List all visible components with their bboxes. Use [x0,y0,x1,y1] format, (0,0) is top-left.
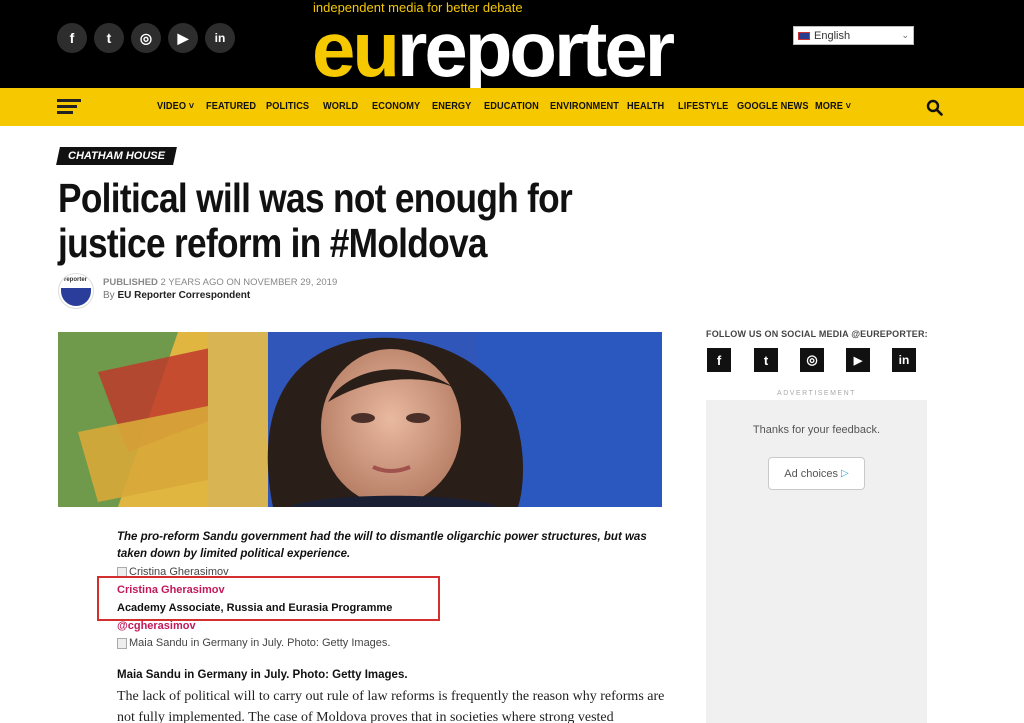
twitter-icon[interactable]: t [94,23,124,53]
article-headline: Political will was not enough for justic… [58,175,573,266]
contributor-twitter-link[interactable]: @cgherasimov [117,620,196,632]
nav-item-politics[interactable]: POLITICS [266,101,309,112]
ad-feedback-text: Thanks for your feedback. [752,424,881,436]
youtube-icon[interactable]: ▶ [846,348,870,372]
ad-label: ADVERTISEMENT [777,390,856,397]
twitter-icon[interactable]: t [754,348,778,372]
nav-item-environment[interactable]: ENVIRONMENT [550,101,619,112]
photo-caption: Maia Sandu in Germany in July. Photo: Ge… [117,669,408,681]
chevron-down-icon: ⌄ [901,30,909,40]
nav-item-energy[interactable]: ENERGY [432,101,471,112]
nav-item-video[interactable]: VIDEO ˅ [157,101,194,112]
author-link[interactable]: EU Reporter Correspondent [117,290,250,301]
youtube-icon[interactable]: ▶ [168,23,198,53]
site-header: f t ◎ ▶ in independent media for better … [0,0,1024,88]
language-value: English [814,29,851,42]
article-body: The lack of political will to carry out … [117,689,665,723]
follow-heading: FOLLOW US ON SOCIAL MEDIA @EUREPORTER: [706,329,928,339]
byline: By EU Reporter Correspondent [103,290,250,301]
broken-image-icon [117,637,127,649]
hamburger-menu-icon[interactable] [57,99,81,115]
main-nav: VIDEO ˅ FEATURED POLITICS WORLD ECONOMY … [0,88,1024,126]
article-lead: The pro-reform Sandu government had the … [117,531,647,560]
facebook-icon[interactable]: f [707,348,731,372]
nav-item-google-news[interactable]: GOOGLE NEWS [737,101,809,112]
linkedin-icon[interactable]: in [892,348,916,372]
language-select[interactable]: English ⌄ [793,26,914,45]
nav-item-lifestyle[interactable]: LIFESTYLE [678,101,728,112]
facebook-icon[interactable]: f [57,23,87,53]
author-avatar[interactable]: reporter [58,273,94,309]
publish-date: PUBLISHED 2 YEARS AGO ON NOVEMBER 29, 20… [103,277,337,288]
adchoices-icon: ▷ [841,468,849,479]
article-photo-alt: Maia Sandu in Germany in July. Photo: Ge… [129,637,391,649]
by-prefix: By [103,290,115,301]
hero-image [58,332,662,507]
nav-item-more[interactable]: MORE ˅ [815,101,851,112]
uk-flag-icon [798,31,810,40]
ad-container: Thanks for your feedback. Ad choices ▷ [706,400,927,723]
nav-item-education[interactable]: EDUCATION [484,101,539,112]
highlight-annotation [97,576,440,621]
nav-item-world[interactable]: WORLD [323,101,358,112]
published-prefix: PUBLISHED [103,277,158,288]
published-value: 2 YEARS AGO ON NOVEMBER 29, 2019 [160,277,338,288]
nav-item-featured[interactable]: FEATURED [206,101,256,112]
category-label: CHATHAM HOUSE [68,150,165,162]
article-photo: Maia Sandu in Germany in July. Photo: Ge… [117,637,390,649]
logo-reporter: reporter [397,5,675,93]
eu-flag-icon [61,288,91,306]
search-icon[interactable] [926,99,943,116]
logo-eu: eu [312,5,400,93]
instagram-icon[interactable]: ◎ [131,23,161,53]
category-badge[interactable]: CHATHAM HOUSE [56,147,177,165]
nav-item-economy[interactable]: ECONOMY [372,101,420,112]
instagram-icon[interactable]: ◎ [800,348,824,372]
ad-choices-label: Ad choices [784,467,839,480]
nav-item-health[interactable]: HEALTH [627,101,664,112]
site-logo[interactable]: eureporter [312,10,675,88]
ad-choices-button[interactable]: Ad choices ▷ [768,457,865,490]
avatar-text: reporter [64,277,88,283]
linkedin-icon[interactable]: in [205,23,235,53]
